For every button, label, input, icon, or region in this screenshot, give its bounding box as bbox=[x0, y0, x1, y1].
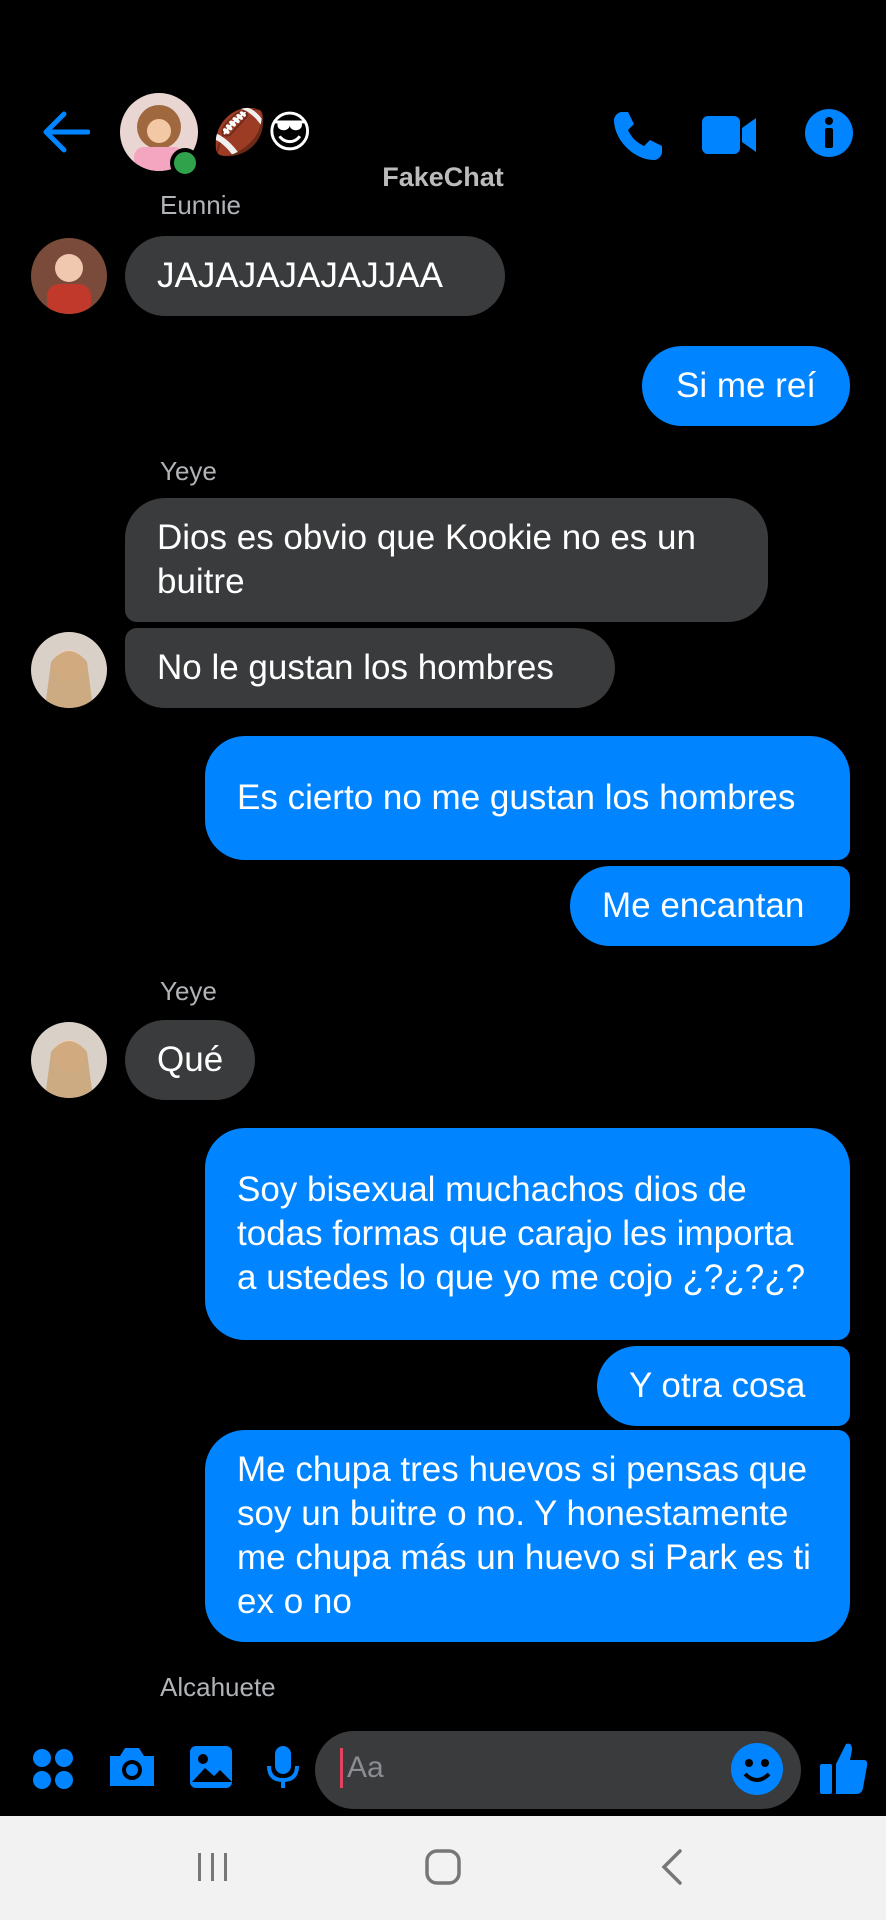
nav-back-icon[interactable] bbox=[660, 1848, 684, 1891]
message-input[interactable]: Aa bbox=[340, 1748, 384, 1788]
video-camera-icon[interactable] bbox=[700, 112, 758, 158]
message-text: Y otra cosa bbox=[629, 1366, 806, 1405]
message-text: JAJAJAJAJAJJAA bbox=[157, 256, 443, 295]
camera-icon[interactable] bbox=[106, 1744, 158, 1795]
message-bubble-outgoing[interactable]: Me encantan bbox=[570, 866, 850, 946]
phone-icon[interactable] bbox=[612, 108, 666, 162]
emoji-icon[interactable] bbox=[730, 1742, 784, 1801]
info-icon[interactable] bbox=[804, 108, 854, 158]
message-text: No le gustan los hombres bbox=[157, 648, 554, 687]
message-text: Soy bisexual muchachos dios de todas for… bbox=[237, 1170, 806, 1297]
message-bubble-incoming[interactable]: Dios es obvio que Kookie no es un buitre bbox=[125, 498, 768, 622]
sender-avatar[interactable] bbox=[31, 238, 107, 314]
message-text: Es cierto no me gustan los hombres bbox=[237, 778, 796, 817]
sender-avatar[interactable] bbox=[31, 632, 107, 708]
sender-name: Yeye bbox=[160, 456, 217, 486]
message-bubble-incoming[interactable]: Qué bbox=[125, 1020, 255, 1100]
sender-name: Alcahuete bbox=[160, 1672, 276, 1702]
chat-header: 🏈😎 bbox=[0, 0, 886, 180]
thumbs-up-icon[interactable] bbox=[818, 1740, 870, 1801]
message-bubble-outgoing[interactable]: Es cierto no me gustan los hombres bbox=[205, 736, 850, 860]
message-bubble-outgoing[interactable]: Me chupa tres huevos si pensas que soy u… bbox=[205, 1430, 850, 1642]
sender-name: Yeye bbox=[160, 976, 217, 1006]
home-icon[interactable] bbox=[424, 1848, 462, 1891]
chat-title: FakeChat bbox=[382, 162, 504, 192]
image-icon[interactable] bbox=[188, 1744, 234, 1795]
message-text: Me chupa tres huevos si pensas que soy u… bbox=[237, 1450, 811, 1621]
message-input-box[interactable] bbox=[315, 1731, 801, 1809]
apps-icon[interactable] bbox=[32, 1748, 74, 1795]
microphone-icon[interactable] bbox=[266, 1744, 300, 1795]
message-bubble-incoming[interactable]: No le gustan los hombres bbox=[125, 628, 615, 708]
message-text: Dios es obvio que Kookie no es un buitre bbox=[157, 518, 696, 601]
group-emojis: 🏈😎 bbox=[212, 108, 313, 157]
sender-name: Eunnie bbox=[160, 190, 241, 220]
message-bubble-incoming[interactable]: JAJAJAJAJAJJAA bbox=[125, 236, 505, 316]
recent-apps-icon[interactable] bbox=[196, 1850, 230, 1889]
sender-avatar[interactable] bbox=[31, 1022, 107, 1098]
message-bubble-outgoing[interactable]: Si me reí bbox=[642, 346, 850, 426]
message-text: Si me reí bbox=[675, 366, 817, 405]
message-bubble-outgoing[interactable]: Soy bisexual muchachos dios de todas for… bbox=[205, 1128, 850, 1340]
message-text: Qué bbox=[157, 1040, 224, 1079]
message-text: Me encantan bbox=[602, 886, 805, 925]
back-arrow-icon[interactable] bbox=[42, 110, 90, 154]
message-bubble-outgoing[interactable]: Y otra cosa bbox=[597, 1346, 850, 1426]
